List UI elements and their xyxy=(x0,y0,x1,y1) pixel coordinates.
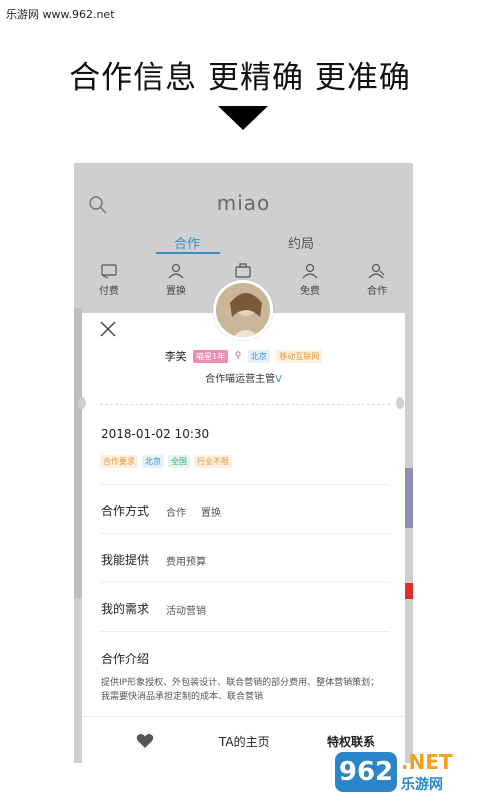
close-icon[interactable] xyxy=(100,321,116,337)
cooperation-mode-label: 合作方式 xyxy=(101,504,150,518)
member-badge: 喵星1年 xyxy=(193,349,229,363)
profile-name-row: 李笑 喵星1年 ♀ 北京 移动互联网 xyxy=(74,348,413,364)
category-free[interactable]: 免费 xyxy=(285,263,335,297)
tab-underline xyxy=(156,252,220,254)
category-label: 免费 xyxy=(300,286,320,297)
intro-text: 提供IP形象授权、外包装设计、联合营销的部分费用、整体营销策划；我需要快消品承担… xyxy=(101,678,380,702)
verified-icon: V xyxy=(275,374,282,385)
cooperation-mode-value-2: 置换 xyxy=(201,508,221,519)
free-icon xyxy=(302,263,318,279)
divider xyxy=(100,484,390,485)
can-provide-label: 我能提供 xyxy=(101,553,150,567)
category-exchange[interactable]: 置换 xyxy=(151,263,201,297)
watermark-net: .NET xyxy=(401,750,453,774)
watermark-logo: 962 .NET 乐游网 xyxy=(335,748,475,796)
briefcase-icon xyxy=(235,263,251,278)
category-label: 置换 xyxy=(166,286,186,297)
watermark-cn: 乐游网 xyxy=(401,777,443,793)
tag-city: 北京 xyxy=(142,455,164,468)
card-notch-right xyxy=(396,397,404,409)
cooperate-icon xyxy=(368,263,385,279)
exchange-icon xyxy=(168,263,184,279)
arrow-down-icon xyxy=(218,106,268,130)
tab-meetup[interactable]: 约局 xyxy=(288,233,314,252)
dashed-divider xyxy=(100,404,390,405)
post-datetime: 2018-01-02 10:30 xyxy=(101,427,210,441)
requirement-tags: 合作要求 北京 全国 行业不限 xyxy=(100,455,236,468)
watermark-number: 962 xyxy=(335,752,397,792)
headline: 合作信息 更精确 更准确 xyxy=(69,60,411,96)
city-tag: 北京 xyxy=(247,349,270,363)
my-needs-value: 活动营销 xyxy=(166,606,206,617)
profile-name: 李笑 xyxy=(164,350,187,363)
watermark-site-text: 乐游网 www.962.net xyxy=(6,8,115,21)
tab-cooperate[interactable]: 合作 xyxy=(174,233,200,252)
profile-title-row: 合作喵运营主管V xyxy=(74,370,413,385)
divider xyxy=(100,533,390,534)
ta-homepage-link[interactable]: TA的主页 xyxy=(219,733,270,750)
category-label: 付费 xyxy=(99,286,119,297)
gender-icon: ♀ xyxy=(234,351,242,361)
category-label: 合作 xyxy=(367,286,387,297)
divider xyxy=(100,582,390,583)
profile-title: 合作喵运营主管 xyxy=(205,374,276,385)
category-paid[interactable]: 付费 xyxy=(84,263,134,297)
background-badge xyxy=(404,583,413,599)
tag-industry: 行业不限 xyxy=(194,455,232,468)
my-needs-label: 我的需求 xyxy=(101,602,150,616)
tag-requirement: 合作要求 xyxy=(100,455,138,468)
avatar[interactable] xyxy=(213,280,273,340)
heart-icon[interactable] xyxy=(136,733,154,749)
tag-scope: 全国 xyxy=(168,455,190,468)
payment-icon xyxy=(101,264,117,279)
intro-title: 合作介绍 xyxy=(101,652,150,666)
category-cooperate[interactable]: 合作 xyxy=(352,263,402,297)
card-notch-left xyxy=(78,397,86,409)
cooperation-mode-value-1: 合作 xyxy=(166,508,186,519)
divider xyxy=(100,631,390,632)
app-logo: miao xyxy=(216,191,271,215)
can-provide-value: 费用预算 xyxy=(166,557,206,568)
industry-tag: 移动互联网 xyxy=(276,349,323,363)
